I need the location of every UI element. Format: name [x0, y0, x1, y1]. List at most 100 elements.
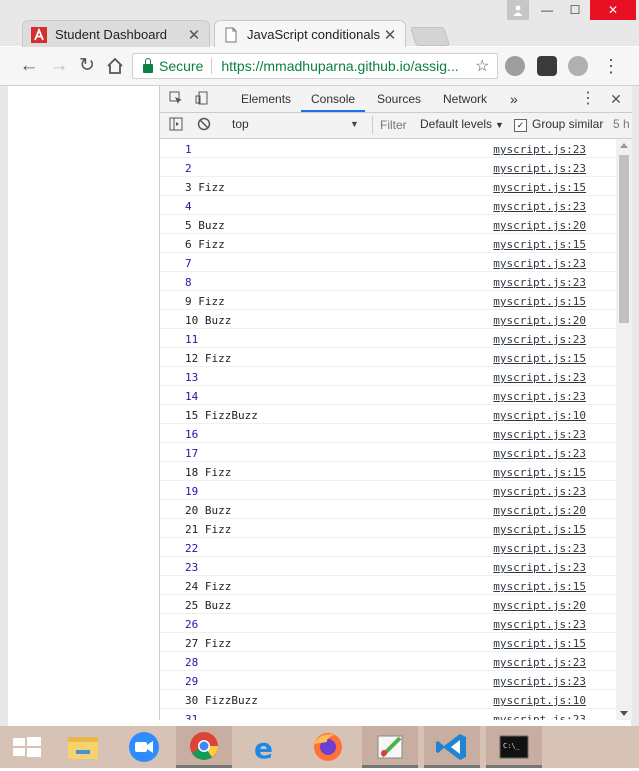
devtools-menu-icon[interactable]: ⋮: [580, 91, 596, 107]
source-link[interactable]: myscript.js:23: [493, 162, 586, 175]
bookmark-star-icon[interactable]: ☆: [475, 56, 497, 76]
devtools-panel: Elements Console Sources Network » ⋮ ✕ t…: [159, 86, 632, 720]
skype-extension-icon[interactable]: [505, 56, 525, 76]
context-selector[interactable]: top ▼: [232, 117, 360, 133]
source-link[interactable]: myscript.js:15: [493, 580, 586, 593]
source-link[interactable]: myscript.js:23: [493, 200, 586, 213]
console-row: 24 Fizz myscript.js:15: [160, 577, 616, 595]
profile-icon[interactable]: [507, 0, 529, 20]
more-tabs-icon[interactable]: »: [510, 86, 518, 112]
scrollbar-thumb[interactable]: [619, 155, 629, 323]
tab-javascript-conditionals[interactable]: JavaScript conditionals ar ✕: [214, 20, 406, 48]
svg-text:C:\_: C:\_: [503, 742, 521, 750]
forward-arrow-icon[interactable]: →: [48, 55, 70, 77]
source-link[interactable]: myscript.js:23: [493, 428, 586, 441]
close-tab-icon[interactable]: ✕: [187, 26, 201, 44]
console-message: 19: [185, 485, 199, 498]
tab-console[interactable]: Console: [301, 86, 366, 112]
console-message: 25 Buzz: [185, 599, 232, 612]
source-link[interactable]: myscript.js:23: [493, 371, 586, 384]
source-link[interactable]: myscript.js:10: [493, 409, 586, 422]
reload-icon[interactable]: ↻: [76, 55, 98, 77]
inspect-element-icon[interactable]: [168, 91, 184, 107]
show-sidebar-icon[interactable]: [168, 117, 184, 133]
window-frame-left: [0, 86, 8, 726]
window-frame-right: [631, 86, 639, 726]
firefox-icon[interactable]: [300, 726, 356, 768]
zoom-icon[interactable]: [116, 726, 172, 768]
clear-console-icon[interactable]: [196, 117, 212, 133]
source-link[interactable]: myscript.js:15: [493, 637, 586, 650]
url-text[interactable]: https://mmadhuparna.github.io/assig...: [212, 58, 475, 74]
console-row: 23 myscript.js:23: [160, 558, 616, 576]
back-arrow-icon[interactable]: ←: [18, 55, 40, 77]
source-link[interactable]: myscript.js:15: [493, 523, 586, 536]
console-message: 14: [185, 390, 199, 403]
source-link[interactable]: myscript.js:23: [493, 257, 586, 270]
source-link[interactable]: myscript.js:23: [493, 656, 586, 669]
source-link[interactable]: myscript.js:15: [493, 295, 586, 308]
file-explorer-icon[interactable]: [56, 726, 112, 768]
windows-taskbar: e C:\_: [0, 726, 639, 768]
clapperboard-extension-icon[interactable]: [537, 56, 557, 76]
source-link[interactable]: myscript.js:23: [493, 447, 586, 460]
source-link[interactable]: myscript.js:20: [493, 219, 586, 232]
source-link[interactable]: myscript.js:23: [493, 713, 586, 720]
source-link[interactable]: myscript.js:20: [493, 504, 586, 517]
source-link[interactable]: myscript.js:23: [493, 675, 586, 688]
minimize-button[interactable]: —: [533, 0, 561, 20]
chrome-icon[interactable]: [176, 726, 232, 768]
source-link[interactable]: myscript.js:23: [493, 276, 586, 289]
log-levels-dropdown[interactable]: Default levels ▼: [420, 117, 504, 131]
filter-input[interactable]: Filter: [372, 116, 420, 134]
group-similar-checkbox[interactable]: ✓: [514, 119, 527, 132]
source-link[interactable]: myscript.js:23: [493, 542, 586, 555]
home-icon[interactable]: [104, 55, 126, 77]
source-link[interactable]: myscript.js:20: [493, 314, 586, 327]
source-link[interactable]: myscript.js:23: [493, 485, 586, 498]
source-link[interactable]: myscript.js:15: [493, 238, 586, 251]
close-devtools-icon[interactable]: ✕: [608, 91, 624, 107]
source-link[interactable]: myscript.js:23: [493, 143, 586, 156]
console-row: 13 myscript.js:23: [160, 368, 616, 386]
menu-kebab-icon[interactable]: ⋮: [600, 55, 622, 77]
address-bar[interactable]: Secure https://mmadhuparna.github.io/ass…: [132, 53, 498, 79]
console-message: 8: [185, 276, 192, 289]
source-link[interactable]: myscript.js:23: [493, 390, 586, 403]
console-message: 16: [185, 428, 199, 441]
scroll-down-arrow-icon[interactable]: [620, 711, 628, 716]
maximize-button[interactable]: ☐: [561, 0, 589, 20]
console-scrollbar[interactable]: [616, 139, 632, 720]
console-row: 21 Fizz myscript.js:15: [160, 520, 616, 538]
console-message: 18 Fizz: [185, 466, 232, 479]
source-link[interactable]: myscript.js:15: [493, 181, 586, 194]
source-link[interactable]: myscript.js:23: [493, 333, 586, 346]
tab-student-dashboard[interactable]: Student Dashboard ✕: [22, 20, 210, 48]
tab-sources[interactable]: Sources: [377, 86, 421, 112]
new-tab-button[interactable]: [409, 27, 451, 46]
source-link[interactable]: myscript.js:23: [493, 618, 586, 631]
cmd-icon[interactable]: C:\_: [486, 726, 542, 768]
source-link[interactable]: myscript.js:23: [493, 561, 586, 574]
close-tab-icon[interactable]: ✕: [383, 26, 397, 44]
source-link[interactable]: myscript.js:15: [493, 352, 586, 365]
close-window-button[interactable]: ✕: [590, 0, 636, 20]
link-extension-icon[interactable]: [568, 56, 588, 76]
start-icon[interactable]: [0, 726, 56, 768]
page-icon: [225, 27, 237, 42]
paint-icon[interactable]: [362, 726, 418, 768]
edge-icon[interactable]: e: [238, 726, 294, 768]
source-link[interactable]: myscript.js:20: [493, 599, 586, 612]
console-message: 10 Buzz: [185, 314, 232, 327]
source-link[interactable]: myscript.js:15: [493, 466, 586, 479]
tab-elements[interactable]: Elements: [241, 86, 291, 112]
console-message: 31: [185, 713, 199, 720]
tab-network[interactable]: Network: [443, 86, 487, 112]
vscode-icon[interactable]: [424, 726, 480, 768]
console-message: 21 Fizz: [185, 523, 232, 536]
scroll-up-arrow-icon[interactable]: [620, 143, 628, 148]
source-link[interactable]: myscript.js:10: [493, 694, 586, 707]
console-row: 1 myscript.js:23: [160, 140, 616, 158]
device-toolbar-icon[interactable]: [194, 91, 210, 107]
console-message: 20 Buzz: [185, 504, 232, 517]
